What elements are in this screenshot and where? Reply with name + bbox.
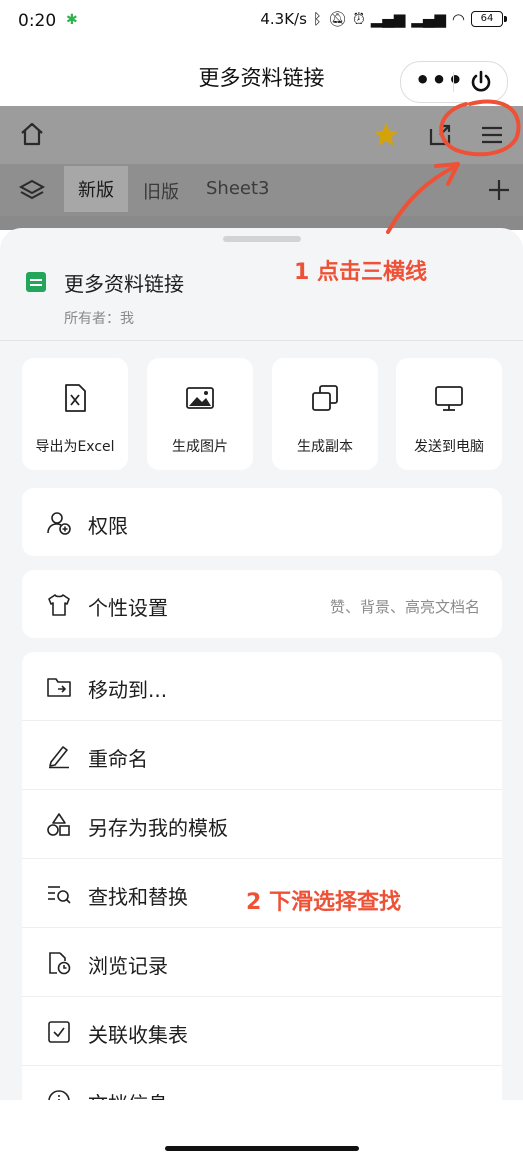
user-add-icon — [47, 512, 71, 535]
action-label: 生成副本 — [297, 439, 353, 455]
network-speed: 4.3K/s — [260, 10, 307, 28]
status-time: 0:20 — [18, 11, 57, 31]
layers-icon[interactable] — [18, 176, 46, 204]
home-indicator[interactable] — [165, 1146, 359, 1151]
menu-label: 移动到... — [88, 678, 168, 702]
image-icon — [186, 387, 214, 409]
personalize-row[interactable]: 个性设置 赞、背景、高亮文档名 — [22, 570, 502, 638]
mini-program-capsule: ••• — [400, 61, 508, 103]
menu-item-link-form[interactable]: 关联收集表 — [22, 997, 502, 1066]
capsule-divider — [453, 72, 454, 92]
info-icon — [48, 1090, 70, 1100]
action-label: 生成图片 — [172, 439, 228, 455]
menu-label: 查找和替换 — [88, 885, 188, 909]
menu-item-rename[interactable]: 重命名 — [22, 721, 502, 790]
spreadsheet-icon — [26, 272, 46, 292]
title-bar: 更多资料链接 ••• — [0, 44, 523, 106]
doc-title: 更多资料链接 — [64, 272, 184, 296]
menu-label: 文档信息 — [88, 1088, 168, 1100]
annotation-step-1: 1 点击三横线 — [294, 260, 427, 285]
add-sheet-icon[interactable] — [486, 177, 512, 203]
more-menu-sheet: 更多资料链接 所有者：我 导出为Excel 生成图片 生成副本 发送到电脑 权限… — [0, 228, 523, 1100]
more-icon[interactable]: ••• — [415, 66, 464, 94]
personalize-group: 个性设置 赞、背景、高亮文档名 — [22, 570, 502, 638]
excel-icon — [65, 384, 86, 412]
copy-icon — [312, 385, 338, 411]
tab-sheet-3[interactable]: Sheet3 — [206, 178, 270, 199]
doc-owner: 所有者：我 — [64, 311, 134, 327]
permission-row[interactable]: 权限 — [22, 488, 502, 556]
pencil-icon — [49, 746, 69, 769]
permission-group: 权限 — [22, 488, 502, 556]
folder-move-icon — [47, 678, 71, 697]
menu-item-save-template[interactable]: 另存为我的模板 — [22, 790, 502, 859]
signal-icon: ▂▄▆ — [370, 10, 406, 28]
share-icon[interactable] — [426, 121, 454, 149]
form-link-icon — [48, 1021, 70, 1043]
notification-icon: ✱ — [66, 12, 78, 28]
find-replace-icon — [48, 886, 71, 904]
tab-sheet-1[interactable]: 新版 — [64, 166, 128, 212]
menu-label: 浏览记录 — [88, 954, 168, 978]
menu-item-move[interactable]: 移动到... — [22, 652, 502, 721]
signal-icon-2: ▂▄▆ — [411, 10, 446, 28]
tab-sheet-2[interactable]: 旧版 — [143, 178, 179, 204]
divider — [0, 340, 523, 341]
status-bar: 0:20 ✱ 4.3K/s ᛒ 🔕︎ ⏰︎ ▂▄▆ ▂▄▆ ◠ 64 — [0, 0, 523, 44]
personalize-label: 个性设置 — [88, 596, 168, 620]
menu-list: 移动到... 重命名 另存为我的模板 查找和替换 浏览记录 关联收集表 — [22, 652, 502, 1100]
generate-image-button[interactable]: 生成图片 — [147, 358, 253, 470]
personalize-hint: 赞、背景、高亮文档名 — [329, 598, 480, 616]
menu-item-history[interactable]: 浏览记录 — [22, 928, 502, 997]
menu-icon[interactable] — [478, 121, 506, 149]
battery-icon: 64 — [471, 11, 507, 27]
wifi-icon: ◠ — [451, 10, 465, 28]
permission-label: 权限 — [88, 514, 128, 538]
alarm-icon: ⏰︎ — [352, 10, 365, 28]
send-to-pc-button[interactable]: 发送到电脑 — [396, 358, 502, 470]
template-icon — [47, 813, 70, 836]
make-copy-button[interactable]: 生成副本 — [272, 358, 378, 470]
menu-item-doc-info[interactable]: 文档信息 — [22, 1066, 502, 1100]
menu-label: 重命名 — [88, 747, 148, 771]
export-excel-button[interactable]: 导出为Excel — [22, 358, 128, 470]
sheet-handle[interactable] — [223, 236, 301, 242]
action-label: 导出为Excel — [35, 439, 115, 455]
history-icon — [49, 952, 71, 975]
star-icon[interactable] — [372, 121, 400, 149]
menu-label: 关联收集表 — [88, 1023, 188, 1047]
menu-label: 另存为我的模板 — [88, 816, 228, 840]
action-label: 发送到电脑 — [414, 439, 484, 455]
monitor-icon — [435, 386, 463, 411]
bluetooth-icon: ᛒ — [312, 10, 322, 28]
home-icon[interactable] — [18, 120, 46, 148]
annotation-step-2: 2 下滑选择查找 — [246, 890, 401, 915]
mute-icon: 🔕︎ — [327, 10, 347, 28]
tshirt-icon — [48, 594, 70, 616]
power-icon[interactable] — [467, 68, 495, 96]
